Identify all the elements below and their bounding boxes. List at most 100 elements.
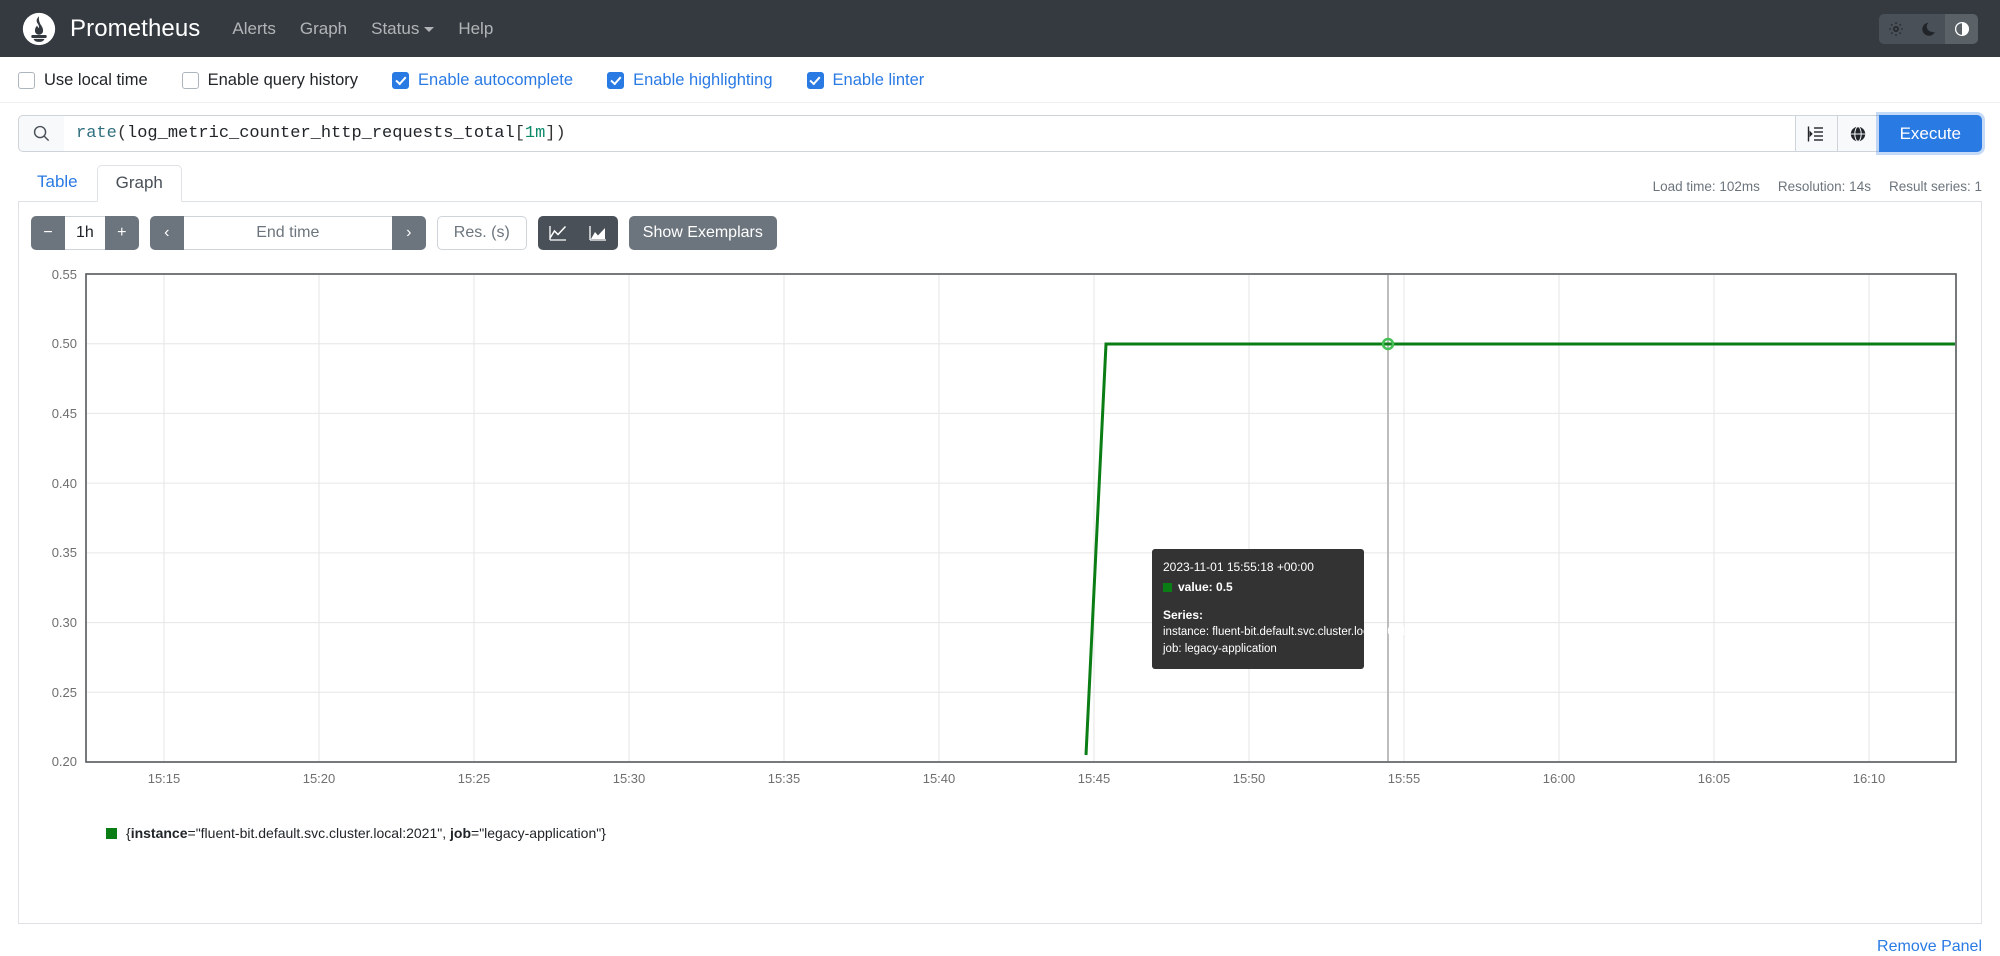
prometheus-logo-icon [22,12,56,46]
nav-links: Alerts Graph Status Help [232,19,493,39]
query-token-close-paren: ) [556,124,566,143]
graph-controls: − 1h + ‹ End time › Res. (s) [31,216,1969,250]
enable-linter-checkbox[interactable]: Enable linter [807,71,925,90]
chart-type-group [538,216,618,250]
svg-text:16:05: 16:05 [1698,771,1731,786]
query-stats: Load time: 102ms Resolution: 14s Result … [1653,179,1982,194]
query-expression-input[interactable]: rate(log_metric_counter_http_requests_to… [64,115,1795,152]
nav-status[interactable]: Status [371,19,434,39]
next-time-button[interactable]: › [392,216,426,250]
panel-footer: Remove Panel [0,924,2000,956]
brand-title: Prometheus [70,15,200,43]
decrease-range-button[interactable]: − [31,216,65,250]
chart-legend: {instance="fluent-bit.default.svc.cluste… [31,825,1969,841]
metrics-explorer-button[interactable] [1795,115,1837,152]
svg-text:0.35: 0.35 [52,545,77,560]
svg-text:0.40: 0.40 [52,476,77,491]
load-time: Load time: 102ms [1653,179,1760,194]
end-time-control-group: ‹ End time › [150,216,426,250]
svg-text:0.25: 0.25 [52,685,77,700]
tab-table[interactable]: Table [18,164,97,201]
stacked-chart-button[interactable] [578,216,618,250]
nav-help[interactable]: Help [458,19,493,39]
x-axis-labels: 15:15 15:20 15:25 15:30 15:35 15:40 15:4… [148,771,1886,786]
use-local-time-checkbox[interactable]: Use local time [18,71,148,90]
brand[interactable]: Prometheus [22,12,200,46]
svg-text:15:45: 15:45 [1078,771,1111,786]
checkbox-label: Use local time [44,71,148,90]
svg-text:15:55: 15:55 [1388,771,1421,786]
remove-panel-link[interactable]: Remove Panel [1877,938,1982,955]
result-series-info: Result series: 1 [1889,179,1982,194]
query-token-open-bracket: [ [515,124,525,143]
legend-key-instance: instance [131,825,188,841]
svg-text:16:10: 16:10 [1853,771,1886,786]
svg-text:0.30: 0.30 [52,615,77,630]
nav-status-label: Status [371,19,419,38]
checkbox-label: Enable highlighting [633,71,772,90]
enable-highlighting-checkbox[interactable]: Enable highlighting [607,71,772,90]
query-token-duration: 1m [525,124,545,143]
checkbox-box [392,72,409,89]
checkbox-label: Enable autocomplete [418,71,573,90]
y-axis-labels: 0.55 0.50 0.45 0.40 0.35 0.30 0.25 0.20 [52,267,77,769]
execute-button[interactable]: Execute [1879,115,1982,152]
gear-icon [1888,21,1904,37]
time-series-chart[interactable]: 0.55 0.50 0.45 0.40 0.35 0.30 0.25 0.20 … [31,262,1971,802]
previous-time-button[interactable]: ‹ [150,216,184,250]
line-chart-icon [549,225,567,241]
legend-item[interactable]: {instance="fluent-bit.default.svc.cluste… [126,825,606,841]
svg-text:15:35: 15:35 [768,771,801,786]
checkbox-box [18,72,35,89]
contrast-icon [1954,21,1970,37]
svg-text:15:30: 15:30 [613,771,646,786]
legend-value-instance: "fluent-bit.default.svc.cluster.local:20… [196,825,443,841]
svg-text:15:50: 15:50 [1233,771,1266,786]
legend-swatch [106,828,117,839]
svg-text:15:40: 15:40 [923,771,956,786]
moon-icon [1921,21,1937,37]
range-input[interactable]: 1h [65,216,105,250]
theme-toggle-group [1879,14,1978,44]
svg-text:0.55: 0.55 [52,267,77,282]
theme-auto-button[interactable] [1945,14,1978,44]
query-row: rate(log_metric_counter_http_requests_to… [0,103,2000,152]
nav-graph[interactable]: Graph [300,19,347,39]
tab-graph[interactable]: Graph [97,165,182,202]
chevron-down-icon [424,27,434,32]
query-token-metric: log_metric_counter_http_requests_total [127,124,515,143]
stacked-chart-icon [589,225,607,241]
enable-autocomplete-checkbox[interactable]: Enable autocomplete [392,71,573,90]
checkbox-box [607,72,624,89]
globe-button[interactable] [1837,115,1879,152]
theme-dark-button[interactable] [1912,14,1945,44]
increase-range-button[interactable]: + [105,216,139,250]
result-tabs: Table Graph Load time: 102ms Resolution:… [18,166,1982,202]
end-time-input[interactable]: End time [184,216,392,250]
checkbox-label: Enable linter [833,71,925,90]
legend-separator: , [442,825,450,841]
svg-text:16:00: 16:00 [1543,771,1576,786]
options-bar: Use local time Enable query history Enab… [0,57,2000,103]
svg-text:0.45: 0.45 [52,406,77,421]
query-token-fn: rate [76,124,117,143]
theme-settings-button[interactable] [1879,14,1912,44]
checkbox-box [807,72,824,89]
enable-query-history-checkbox[interactable]: Enable query history [182,71,358,90]
show-exemplars-button[interactable]: Show Exemplars [629,216,777,250]
query-token-close-bracket: ] [545,124,555,143]
search-icon [18,115,64,152]
legend-key-job: job [450,825,471,841]
graph-panel: − 1h + ‹ End time › Res. (s) [18,202,1982,924]
line-chart-button[interactable] [538,216,578,250]
resolution-input[interactable]: Res. (s) [437,216,527,250]
navbar: Prometheus Alerts Graph Status Help [0,0,2000,57]
graph-area: 0.55 0.50 0.45 0.40 0.35 0.30 0.25 0.20 … [31,262,1969,807]
svg-text:15:20: 15:20 [303,771,336,786]
svg-text:0.20: 0.20 [52,754,77,769]
query-input-group: rate(log_metric_counter_http_requests_to… [18,115,1982,152]
nav-alerts[interactable]: Alerts [232,19,275,39]
checkbox-label: Enable query history [208,71,358,90]
resolution-info: Resolution: 14s [1778,179,1871,194]
query-token-open-paren: ( [117,124,127,143]
